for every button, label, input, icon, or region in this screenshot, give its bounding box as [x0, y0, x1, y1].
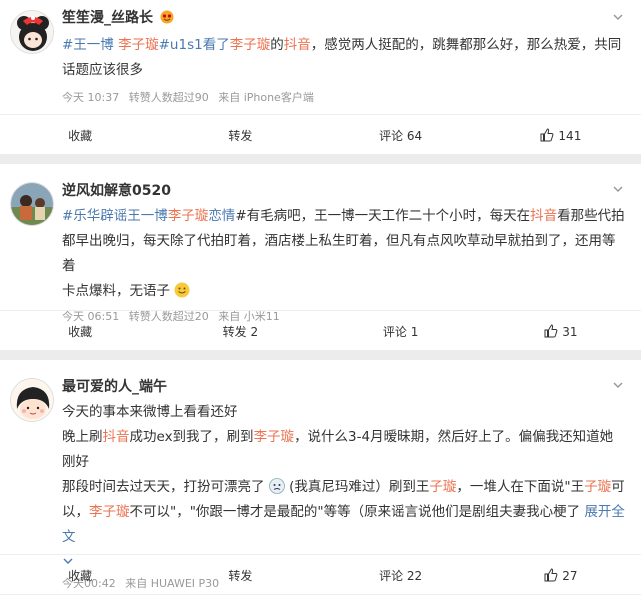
text-segment: 以， — [62, 504, 89, 520]
text-segment: 卡点爆料，无语子 — [62, 283, 170, 299]
like-count: 141 — [558, 128, 582, 143]
keyword-highlight: 李子璇 — [229, 37, 271, 53]
separator — [0, 350, 641, 360]
repost-button[interactable]: 转发 2 — [160, 323, 320, 340]
comment-button[interactable]: 评论 1 — [321, 323, 481, 340]
keyword-highlight: 李子璇 — [89, 504, 130, 520]
smiley-emoji-icon — [174, 282, 190, 298]
sad-emoji-icon — [268, 478, 285, 494]
hashtag-link[interactable]: #乐华辟谣王一博 — [62, 208, 168, 224]
keyword-highlight: 抖音 — [102, 429, 130, 445]
text-segment: 都早出晚归，每天除了代拍盯着，酒店楼上私生盯着，但凡有点风吹草动早就拍到了，还用… — [62, 233, 616, 274]
comment-button[interactable]: 评论 64 — [321, 127, 481, 144]
thumbs-up-icon — [544, 323, 558, 337]
text-segment: ，一堆人在下面说"王 — [456, 479, 585, 495]
post-text: 今天的事本来微博上看看还好 晚上刷抖音成功ex到我了，刷到李子璇，说什么3-4月… — [62, 400, 625, 575]
text-segment: 那段时间去过天天，打扮可漂亮了 — [62, 479, 265, 495]
text-segment: 可 — [611, 479, 625, 495]
keyword-highlight: 子璇 — [429, 479, 457, 495]
like-count: 31 — [562, 324, 578, 339]
repost-info: 转赞人数超过90 — [128, 91, 209, 104]
favorite-button[interactable]: 收藏 — [0, 323, 160, 340]
text-segment: 话题应该很多 — [62, 62, 143, 78]
username[interactable]: 笙笙漫_丝路长 — [62, 9, 625, 27]
favorite-button[interactable]: 收藏 — [0, 567, 160, 584]
hashtag-link[interactable]: 恋情 — [208, 208, 235, 224]
post-card: 最可爱的人_端午 今天的事本来微博上看看还好 晚上刷抖音成功ex到我了，刷到李子… — [0, 360, 641, 594]
text-segment: 晚上刷 — [62, 429, 103, 445]
action-bar: 收藏 转发 评论 22 27 — [0, 554, 641, 595]
post-card: 笙笙漫_丝路长 #王一博 李子璇#u1s1看了李子璇的抖音，感觉两人挺配的，跳舞… — [0, 0, 641, 154]
keyword-highlight: 李子璇 — [118, 37, 159, 53]
username[interactable]: 逆风如解意0520 — [62, 182, 625, 200]
thumbs-up-icon — [544, 567, 558, 581]
like-button[interactable]: 141 — [481, 127, 641, 143]
action-bar: 收藏 转发 评论 64 141 — [0, 114, 641, 155]
like-button[interactable]: 31 — [481, 323, 641, 339]
comment-button[interactable]: 评论 22 — [321, 567, 481, 584]
repost-button[interactable]: 转发 — [160, 127, 320, 144]
hashtag-link[interactable]: #u1s1看了 — [159, 37, 230, 53]
like-count: 27 — [562, 568, 578, 583]
post-meta: 今天 10:37 转赞人数超过90 来自 iPhone客户端 — [62, 89, 625, 105]
text-segment: 的 — [270, 37, 284, 53]
text-segment: #有毛病吧，王一博一天工作二十个小时，每天在 — [235, 208, 531, 224]
post-text: #乐华辟谣王一博李子璇恋情#有毛病吧，王一博一天工作二十个小时，每天在抖音看那些… — [62, 204, 625, 304]
badge-icon — [160, 10, 174, 24]
keyword-highlight: 李子璇 — [167, 208, 209, 224]
text-segment: 成功ex到我了，刷到 — [129, 429, 254, 445]
post-time[interactable]: 今天 10:37 — [62, 91, 119, 104]
text-segment: (我真尼玛难过）刷到王 — [289, 479, 430, 495]
favorite-button[interactable]: 收藏 — [0, 127, 160, 144]
text-segment: 今天的事本来微博上看看还好 — [62, 404, 238, 420]
post-source: 来自 iPhone客户端 — [218, 91, 314, 104]
post-card: 逆风如解意0520 #乐华辟谣王一博李子璇恋情#有毛病吧，王一博一天工作二十个小… — [0, 164, 641, 350]
keyword-highlight: 子璇 — [584, 479, 612, 495]
keyword-highlight: 李子璇 — [253, 429, 295, 445]
separator — [0, 154, 641, 164]
hashtag-link[interactable]: #王一博 — [62, 37, 118, 53]
username[interactable]: 最可爱的人_端午 — [62, 378, 625, 396]
text-segment: 看那些代拍 — [557, 208, 625, 224]
text-segment: 不可以"，"你跟一博才是最配的"等等（原来谣言说他们是剧组夫妻我心梗了 — [129, 504, 581, 520]
repost-button[interactable]: 转发 — [160, 567, 320, 584]
post-text: #王一博 李子璇#u1s1看了李子璇的抖音，感觉两人挺配的，跳舞都那么好，那么热… — [62, 33, 625, 83]
keyword-highlight: 抖音 — [530, 208, 558, 224]
text-segment: ，感觉两人挺配的，跳舞都那么好，那么热爱，共同 — [310, 37, 622, 53]
action-bar: 收藏 转发 2 评论 1 31 — [0, 310, 641, 351]
keyword-highlight: 抖音 — [283, 37, 311, 53]
like-button[interactable]: 27 — [481, 567, 641, 583]
thumbs-up-icon — [540, 127, 554, 141]
